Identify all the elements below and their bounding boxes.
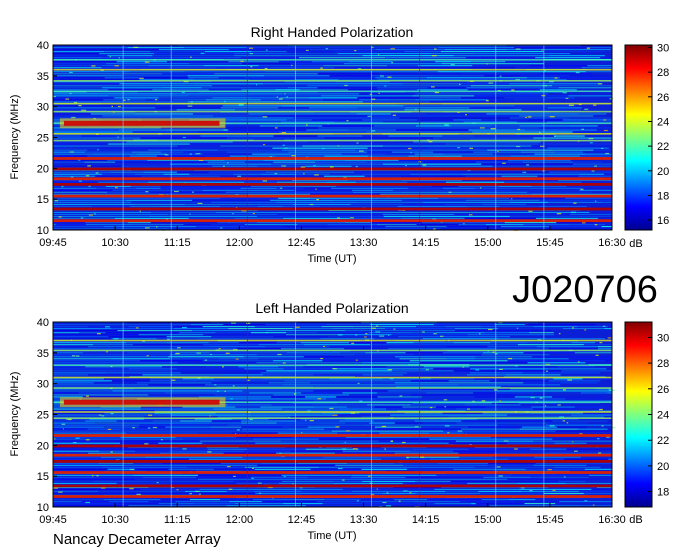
colorbar-tick-label: 28 <box>657 358 669 370</box>
colorbar-tick-label: 24 <box>657 410 669 422</box>
colorbar-tick-label: 20 <box>657 166 669 178</box>
colorbar-left: 18 20 22 24 26 28 30 <box>624 321 669 508</box>
x-tick-label: 12:00 <box>226 237 254 249</box>
y-tick-label: 15 <box>37 471 49 483</box>
band-21.6mhz <box>53 157 612 160</box>
band-24.5mhz <box>53 139 612 142</box>
x-tick-label: 13:30 <box>350 237 378 249</box>
x-axis-label-left: Time (UT) <box>307 530 356 542</box>
band-15.6mhz <box>53 471 612 474</box>
y-tick-label: 20 <box>37 163 49 175</box>
x-tick-label: 14:15 <box>412 237 440 249</box>
x-tick-label: 15:45 <box>536 514 564 526</box>
band-25.4mhz <box>53 411 612 413</box>
colorbar-tick-label: 18 <box>657 487 669 499</box>
colorbar-unit-right: dB <box>629 238 642 250</box>
chart-title-left: Left Handed Polarization <box>255 300 408 316</box>
colorbar-tick-label: 16 <box>657 215 669 227</box>
y-tick-label: 25 <box>37 133 49 145</box>
band-18.3mhz <box>53 177 612 181</box>
y-tick-label: 10 <box>37 225 49 237</box>
band-35.4mhz <box>53 349 612 352</box>
chart-title-right: Right Handed Polarization <box>251 24 414 40</box>
radio-burst <box>59 397 226 408</box>
x-tick-label: 11:15 <box>164 237 191 249</box>
y-tick-label: 35 <box>37 71 49 83</box>
x-tick-label: 09:45 <box>39 514 67 526</box>
band-37mhz <box>53 339 612 342</box>
y-tick-label: 35 <box>37 348 49 360</box>
band-19.9mhz <box>53 167 612 171</box>
colorbar-right: 16 18 20 22 24 26 28 30 <box>624 42 669 231</box>
band-21.6mhz <box>53 434 612 437</box>
x-tick-label: 13:30 <box>350 514 378 526</box>
panel-left-polarization: Left Handed Polarization 10152025303540 … <box>9 300 669 542</box>
band-11.7mhz <box>53 495 612 498</box>
y-tick-label: 30 <box>37 102 49 114</box>
colorbar-tick-label: 26 <box>657 384 669 396</box>
band-30.5mhz <box>53 102 612 105</box>
band-31mhz <box>53 376 612 379</box>
x-tick-label: 11:15 <box>164 514 191 526</box>
band-32.5mhz <box>53 90 612 93</box>
band-17.4mhz <box>53 460 612 463</box>
colorbar-tick-label: 26 <box>657 92 669 104</box>
colorbar-tick-label: 30 <box>657 332 669 344</box>
y-axis-label-right: Frequency (MHz) <box>9 95 21 180</box>
panel-right-polarization: Right Handed Polarization 10 15 20 25 30 35 40… <box>9 24 669 265</box>
spectrogram-figure: Right Handed Polarization 10 15 20 25 30 35 40… <box>9 24 669 548</box>
band-36mhz <box>53 68 612 71</box>
band-33mhz <box>53 364 612 366</box>
x-tick-label: 12:45 <box>288 237 316 249</box>
band-15.5mhz <box>53 194 612 198</box>
colorbar-tick-label: 24 <box>657 116 669 128</box>
y-tick-label: 40 <box>37 40 49 52</box>
heatmap-left <box>52 321 616 508</box>
colorbar-tick-label: 28 <box>657 67 669 79</box>
colorbar-tick-label: 22 <box>657 435 669 447</box>
radio-burst <box>59 118 226 129</box>
x-tick-label: 09:45 <box>39 237 67 249</box>
colorbar-tick-label: 18 <box>657 190 669 202</box>
band-13.4mhz <box>53 484 612 488</box>
y-tick-label: 25 <box>37 410 49 422</box>
colorbar-gradient <box>624 321 653 508</box>
y-axis-label-left: Frequency (MHz) <box>9 372 21 457</box>
x-tick-label: 10:30 <box>101 237 129 249</box>
band-11.5mhz <box>53 219 612 223</box>
x-tick-label: 14:15 <box>412 514 440 526</box>
band-37.6mhz <box>53 59 612 61</box>
y-tick-label: 40 <box>37 317 49 329</box>
colorbar-gradient <box>624 44 653 231</box>
band-29.2mhz <box>53 110 612 113</box>
colorbar-tick-label: 30 <box>657 42 669 54</box>
x-tick-label: 15:45 <box>536 237 564 249</box>
x-tick-label: 10:30 <box>101 514 129 526</box>
band-25.6mhz <box>53 133 612 135</box>
x-axis-label-right: Time (UT) <box>307 253 356 265</box>
colorbar-unit-left: dB <box>629 514 642 526</box>
colorbar-tick-label: 20 <box>657 461 669 473</box>
y-tick-label: 30 <box>37 379 49 391</box>
x-tick-label: 15:00 <box>474 514 502 526</box>
band-24.4mhz <box>53 417 612 419</box>
band-18.4mhz <box>53 453 612 457</box>
colorbar-tick-label: 22 <box>657 141 669 153</box>
y-tick-label: 20 <box>37 440 49 452</box>
x-tick-label: 12:00 <box>226 514 254 526</box>
heatmap-right <box>52 44 614 232</box>
y-tick-label: 15 <box>37 194 49 206</box>
band-19.9mhz <box>53 444 612 448</box>
observation-id: J020706 <box>512 269 658 311</box>
x-tick-label: 15:00 <box>474 237 502 249</box>
band-13.4mhz <box>53 207 612 211</box>
band-34.2mhz <box>53 80 612 82</box>
x-tick-label: 12:45 <box>288 514 316 526</box>
x-tick-label: 16:30 <box>598 514 626 526</box>
observatory-footer: Nancay Decameter Array <box>53 531 221 548</box>
y-tick-label: 10 <box>37 502 49 514</box>
band-29.3mhz <box>53 387 612 389</box>
x-tick-label: 16:30 <box>598 237 626 249</box>
band-17.4mhz <box>53 183 612 186</box>
